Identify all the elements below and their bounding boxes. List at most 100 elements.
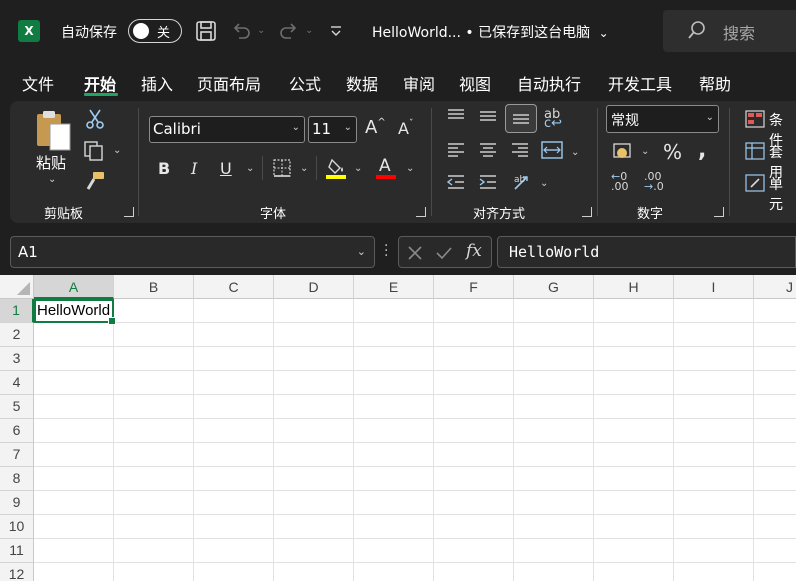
- paste-label[interactable]: 粘贴: [36, 152, 66, 173]
- tab-home[interactable]: 开始: [84, 71, 116, 95]
- cut-icon[interactable]: [85, 108, 105, 130]
- column-header-j[interactable]: J: [754, 275, 796, 299]
- row-header-7[interactable]: 7: [0, 443, 34, 467]
- column-header-e[interactable]: E: [354, 275, 434, 299]
- decrease-decimal-icon[interactable]: .00 →.0: [644, 171, 664, 192]
- font-color-dropdown-icon[interactable]: ⌄: [406, 163, 414, 174]
- spreadsheet-grid[interactable]: A B C D E F G H I J 1 2 3 4 5 6 7 8 9 10…: [0, 275, 796, 581]
- font-launcher-icon[interactable]: [416, 207, 426, 217]
- more-options-icon[interactable]: · · ·: [384, 239, 388, 263]
- cell-styles-label[interactable]: 单元: [769, 174, 796, 214]
- paste-icon[interactable]: [34, 108, 74, 152]
- row-header-4[interactable]: 4: [0, 371, 34, 395]
- customize-toolbar-icon[interactable]: [329, 24, 343, 38]
- undo-icon[interactable]: [230, 20, 252, 42]
- underline-button[interactable]: U: [220, 159, 232, 178]
- align-bottom-button[interactable]: [505, 104, 537, 133]
- decrease-indent-icon[interactable]: [446, 174, 466, 190]
- column-header-c[interactable]: C: [194, 275, 274, 299]
- tab-view[interactable]: 视图: [459, 71, 491, 95]
- format-as-table-icon[interactable]: [745, 142, 765, 160]
- row-header-10[interactable]: 10: [0, 515, 34, 539]
- increase-font-size-icon[interactable]: A^: [365, 117, 386, 138]
- fill-color-icon[interactable]: [326, 156, 348, 180]
- autosave-toggle[interactable]: 关: [128, 19, 182, 43]
- tab-developer[interactable]: 开发工具: [608, 71, 672, 95]
- accounting-format-icon[interactable]: [611, 141, 635, 163]
- select-all-button[interactable]: [0, 275, 34, 299]
- merge-dropdown-icon[interactable]: ⌄: [571, 147, 579, 158]
- column-header-d[interactable]: D: [274, 275, 354, 299]
- column-header-b[interactable]: B: [114, 275, 194, 299]
- document-title[interactable]: HelloWorld... • 已保存到这台电脑 ⌄: [372, 22, 609, 42]
- bold-button[interactable]: B: [158, 159, 170, 178]
- name-box[interactable]: A1 ⌄: [10, 236, 375, 268]
- comma-style-icon[interactable]: ,: [698, 138, 706, 163]
- column-header-f[interactable]: F: [434, 275, 514, 299]
- tab-automate[interactable]: 自动执行: [517, 71, 581, 95]
- row-header-5[interactable]: 5: [0, 395, 34, 419]
- column-header-h[interactable]: H: [594, 275, 674, 299]
- font-name-select[interactable]: Calibri ⌄: [149, 116, 305, 143]
- accounting-dropdown-icon[interactable]: ⌄: [641, 146, 649, 157]
- tab-insert[interactable]: 插入: [141, 71, 173, 95]
- borders-dropdown-icon[interactable]: ⌄: [300, 163, 308, 174]
- increase-decimal-icon[interactable]: ←0.00: [611, 171, 629, 192]
- row-header-11[interactable]: 11: [0, 539, 34, 563]
- column-header-g[interactable]: G: [514, 275, 594, 299]
- row-header-9[interactable]: 9: [0, 491, 34, 515]
- align-center-icon[interactable]: [478, 142, 498, 158]
- merge-center-icon[interactable]: [541, 140, 563, 160]
- font-color-button[interactable]: A: [379, 156, 391, 176]
- font-size-select[interactable]: 11 ⌄: [308, 116, 357, 143]
- undo-dropdown-icon[interactable]: ⌄: [257, 25, 265, 36]
- copy-icon[interactable]: [83, 140, 105, 162]
- italic-button[interactable]: I: [191, 159, 197, 178]
- tab-file[interactable]: 文件: [22, 71, 54, 95]
- column-header-a[interactable]: A: [34, 275, 114, 299]
- align-right-icon[interactable]: [510, 142, 530, 158]
- insert-function-button[interactable]: fx: [466, 241, 482, 261]
- orientation-icon[interactable]: ab: [512, 171, 534, 193]
- percent-style-icon[interactable]: %: [663, 140, 682, 164]
- tab-help[interactable]: 帮助: [699, 71, 731, 95]
- fill-color-dropdown-icon[interactable]: ⌄: [354, 163, 362, 174]
- underline-dropdown-icon[interactable]: ⌄: [246, 163, 254, 174]
- save-icon[interactable]: [195, 20, 217, 42]
- enter-icon[interactable]: [435, 244, 453, 262]
- redo-dropdown-icon[interactable]: ⌄: [305, 25, 313, 36]
- row-header-12[interactable]: 12: [0, 563, 34, 581]
- tab-page-layout[interactable]: 页面布局: [197, 71, 261, 95]
- clipboard-launcher-icon[interactable]: [124, 207, 134, 217]
- tab-review[interactable]: 审阅: [403, 71, 435, 95]
- row-header-1[interactable]: 1: [0, 299, 34, 323]
- tab-data[interactable]: 数据: [346, 71, 378, 95]
- column-header-i[interactable]: I: [674, 275, 754, 299]
- cell-styles-icon[interactable]: [745, 174, 765, 192]
- paste-dropdown-icon[interactable]: ⌄: [48, 174, 56, 185]
- decrease-font-size-icon[interactable]: Aˇ: [398, 119, 413, 138]
- formula-input[interactable]: HelloWorld: [497, 236, 796, 268]
- row-header-6[interactable]: 6: [0, 419, 34, 443]
- alignment-launcher-icon[interactable]: [582, 207, 592, 217]
- format-painter-icon[interactable]: [84, 170, 106, 192]
- orientation-dropdown-icon[interactable]: ⌄: [540, 178, 548, 189]
- borders-icon[interactable]: [272, 158, 292, 178]
- tab-formulas[interactable]: 公式: [289, 71, 321, 95]
- cancel-icon[interactable]: [406, 244, 424, 262]
- row-header-3[interactable]: 3: [0, 347, 34, 371]
- align-middle-icon[interactable]: [478, 108, 498, 124]
- align-top-icon[interactable]: [446, 108, 466, 124]
- increase-indent-icon[interactable]: [478, 174, 498, 190]
- font-color-swatch: [376, 175, 396, 179]
- align-left-icon[interactable]: [446, 142, 466, 158]
- conditional-formatting-icon[interactable]: [745, 110, 765, 128]
- number-launcher-icon[interactable]: [714, 207, 724, 217]
- wrap-text-icon[interactable]: ab c↩: [544, 107, 562, 137]
- search-box[interactable]: 搜索: [663, 10, 796, 52]
- copy-dropdown-icon[interactable]: ⌄: [113, 145, 121, 156]
- row-header-8[interactable]: 8: [0, 467, 34, 491]
- number-format-select[interactable]: 常规 ⌄: [606, 105, 719, 133]
- redo-icon[interactable]: [278, 20, 300, 42]
- row-header-2[interactable]: 2: [0, 323, 34, 347]
